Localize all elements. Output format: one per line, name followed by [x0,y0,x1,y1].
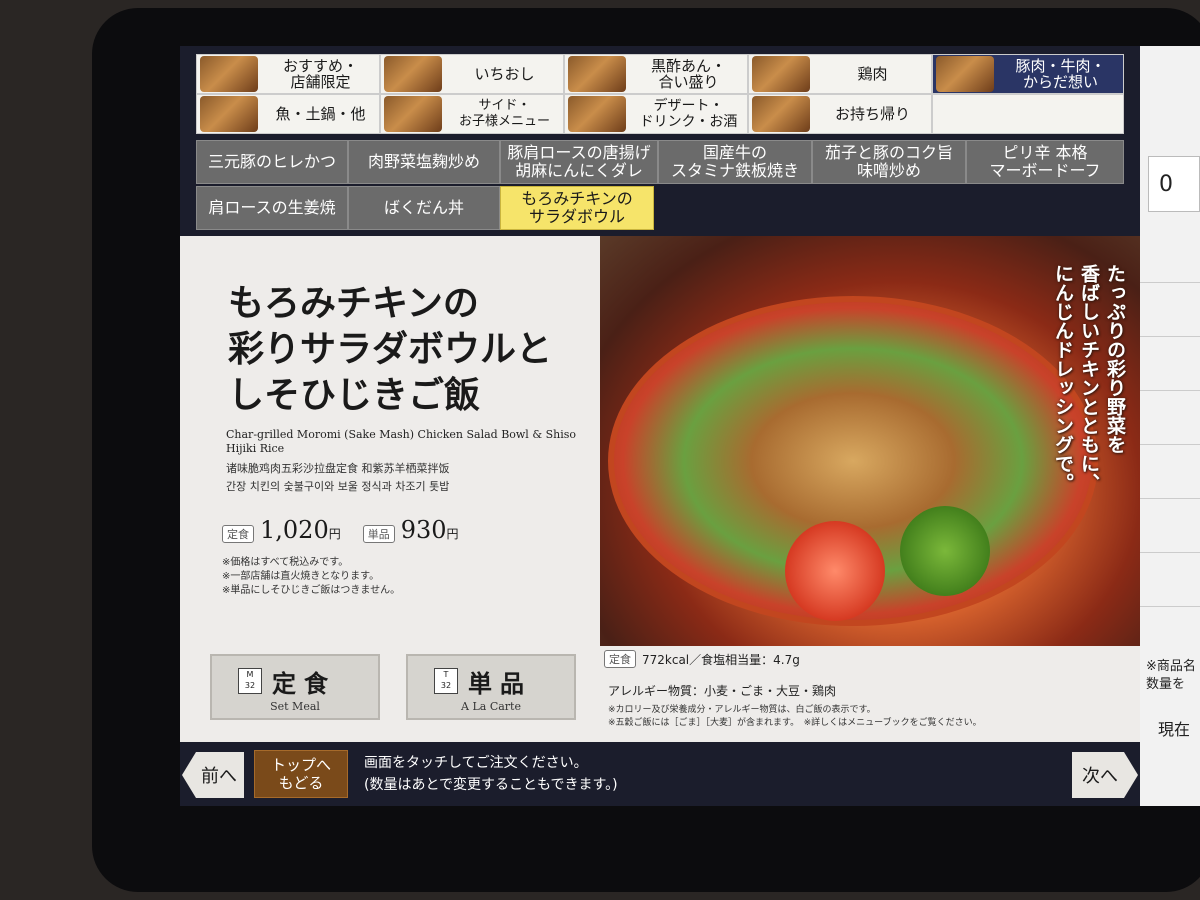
menu-item-bakudan-don[interactable]: ばくだん丼 [348,186,500,230]
single-price-tag: 単品 [362,525,395,543]
back-to-top-button[interactable]: トップへ もどる [254,750,348,798]
category-dessert-drink[interactable]: デザート・ ドリンク・お酒 [564,94,748,134]
side-note-line: 数量を [1146,677,1186,692]
category-label: 魚・土鍋・他 [275,105,366,123]
menu-item-ginger-pork[interactable]: 肩ロースの生姜焼 [196,186,348,230]
next-button[interactable]: 次へ [1072,752,1138,798]
category-thumbnail [936,56,994,92]
catchcopy-line: たっぷりの彩り野菜を [1104,264,1126,454]
category-thumbnail [200,56,258,92]
price-note: ※一部店舗は直火焼きとなります。 [222,571,380,582]
set-meal-button[interactable]: M 32 定食 Set Meal [210,654,380,720]
category-thumbnail [384,96,442,132]
side-note-line: ※商品名 [1146,659,1196,674]
item-title: もろみチキンの 彩りサラダボウルと しそひじきご飯 [228,280,598,418]
category-label: デザート・ ドリンク・お酒 [639,98,738,130]
single-price: 930 [400,516,447,544]
category-label: 鶏肉 [857,65,888,83]
category-featured[interactable]: いちおし [380,54,564,94]
item-title-line: もろみチキンの [228,282,479,324]
set-price: 1,020 [260,516,329,544]
instruction-text: 画面をタッチしてご注文ください。 (数量はあとで変更することもできます。) [364,752,618,796]
category-label: いちおし [474,65,535,83]
divider [1140,444,1200,445]
yen-unit: 円 [446,527,459,541]
tomato-image [785,521,885,621]
category-label: お持ち帰り [834,105,910,123]
category-side-kids[interactable]: サイド・ お子様メニュー [380,94,564,134]
footnotes: ※カロリー及び栄養成分・アレルギー物質は、白ご飯の表示です。 ※五穀ご飯には［ご… [608,704,982,730]
instruction-line: (数量はあとで変更することもできます。) [364,777,618,793]
footnote: ※カロリー及び栄養成分・アレルギー物質は、白ご飯の表示です。 [608,705,876,715]
category-pork-beef[interactable]: 豚肉・牛肉・ からだ想い [932,54,1124,94]
divider [1140,552,1200,553]
prev-button[interactable]: 前へ [182,752,244,798]
menu-item-mapo-tofu[interactable]: ピリ辛 本格 マーボードーフ [966,140,1124,184]
set-meal-sublabel: Set Meal [270,700,320,713]
set-meal-code: M 32 [238,668,262,694]
menu-item-eggplant-pork-miso[interactable]: 茄子と豚のコク旨 味噌炒め [812,140,966,184]
a-la-carte-label: 単品 [468,670,532,698]
footnote: ※五穀ご飯には［ごま］［大麦］が含まれます。 ※詳しくはメニューブックをご覧くだ… [608,718,982,728]
divider [1140,390,1200,391]
a-la-carte-button[interactable]: T 32 単品 A La Carte [406,654,576,720]
item-title-line: 彩りサラダボウルと [228,328,553,370]
catchcopy-line: にんじんドレッシングで。 [1052,264,1074,492]
category-takeout[interactable]: お持ち帰り [748,94,932,134]
category-label: 黒酢あん・ 合い盛り [650,57,726,91]
category-label: サイド・ お子様メニュー [458,98,550,129]
menu-item-fried-pork-shoulder[interactable]: 豚肩ロースの唐揚げ 胡麻にんにくダレ [500,140,658,184]
category-fish[interactable]: 魚・土鍋・他 [196,94,380,134]
item-photo: たっぷりの彩り野菜を 香ばしいチキンとともに、 にんじんドレッシングで。 [600,236,1140,646]
item-name-english: Char-grilled Moromi (Sake Mash) Chicken … [226,428,577,455]
instruction-line: 画面をタッチしてご注文ください。 [364,755,588,771]
side-current-label: 現在 [1158,720,1191,739]
category-label: おすすめ・ 店舗限定 [282,57,358,91]
a-la-carte-sublabel: A La Carte [461,700,521,713]
divider [1140,606,1200,607]
price-notes: ※価格はすべて税込みです。 ※一部店舗は直火焼きとなります。 ※単品にしそひじき… [222,556,400,598]
divider [1140,282,1200,283]
category-thumbnail [752,96,810,132]
nutrition-text: 772kcal／食塩相当量：4.7g [642,652,800,667]
order-side-panel: 0 ※商品名 数量を 現在 [1140,46,1200,806]
category-label: 豚肉・牛肉・ からだ想い [1015,57,1106,91]
a-la-carte-code: T 32 [434,668,458,694]
item-title-line: しそひじきご飯 [228,374,481,416]
item-name-korean: 간장 치킨의 숯불구이와 보울 정식과 차조기 톳밥 [226,480,450,493]
allergy-info: アレルギー物質：小麦・ごま・大豆・鶏肉 [608,684,837,698]
price-note: ※価格はすべて税込みです。 [222,557,349,568]
order-screen: おすすめ・ 店舗限定 いちおし 黒酢あん・ 合い盛り 鶏肉 豚肉・牛肉・ からだ… [180,46,1200,806]
category-thumbnail [752,56,810,92]
menu-item-pork-fillet-cutlet[interactable]: 三元豚のヒレかつ [196,140,348,184]
set-price-tag: 定食 [222,525,254,543]
catchcopy: たっぷりの彩り野菜を 香ばしいチキンとともに、 にんじんドレッシングで。 [1050,264,1128,594]
price-row: 定食 1,020 円 単品 930 円 [222,516,481,544]
item-detail-panel: もろみチキンの 彩りサラダボウルと しそひじきご飯 Char-grilled M… [180,236,1140,742]
item-name-chinese: 诸味脆鸡肉五彩沙拉盘定食 和紫苏羊栖菜拌饭 [226,462,450,475]
category-thumbnail [384,56,442,92]
divider [1140,336,1200,337]
category-recommended[interactable]: おすすめ・ 店舗限定 [196,54,380,94]
category-chicken[interactable]: 鶏肉 [748,54,932,94]
catchcopy-line: 香ばしいチキンとともに、 [1078,264,1100,492]
bottom-bar: 前へ トップへ もどる 画面をタッチしてご注文ください。 (数量はあとで変更する… [180,742,1200,806]
order-count: 0 [1148,156,1200,212]
nutrition-info: 定食 772kcal／食塩相当量：4.7g [604,650,800,668]
category-thumbnail [568,96,626,132]
menu-item-moromi-chicken-salad-bowl[interactable]: もろみチキンの サラダボウル [500,186,654,230]
category-empty-slot [932,94,1124,134]
menu-item-beef-teppanyaki[interactable]: 国産牛の スタミナ鉄板焼き [658,140,812,184]
category-black-vinegar[interactable]: 黒酢あん・ 合い盛り [564,54,748,94]
category-thumbnail [200,96,258,132]
category-thumbnail [568,56,626,92]
set-meal-label: 定食 [272,670,336,698]
nutrition-tag: 定食 [604,650,636,668]
price-note: ※単品にしそひじきご飯はつきません。 [222,585,401,596]
divider [1140,498,1200,499]
broccoli-image [900,506,990,596]
menu-item-meat-vegetable-stirfry[interactable]: 肉野菜塩麹炒め [348,140,500,184]
yen-unit: 円 [328,527,341,541]
side-note: ※商品名 数量を [1146,658,1196,694]
